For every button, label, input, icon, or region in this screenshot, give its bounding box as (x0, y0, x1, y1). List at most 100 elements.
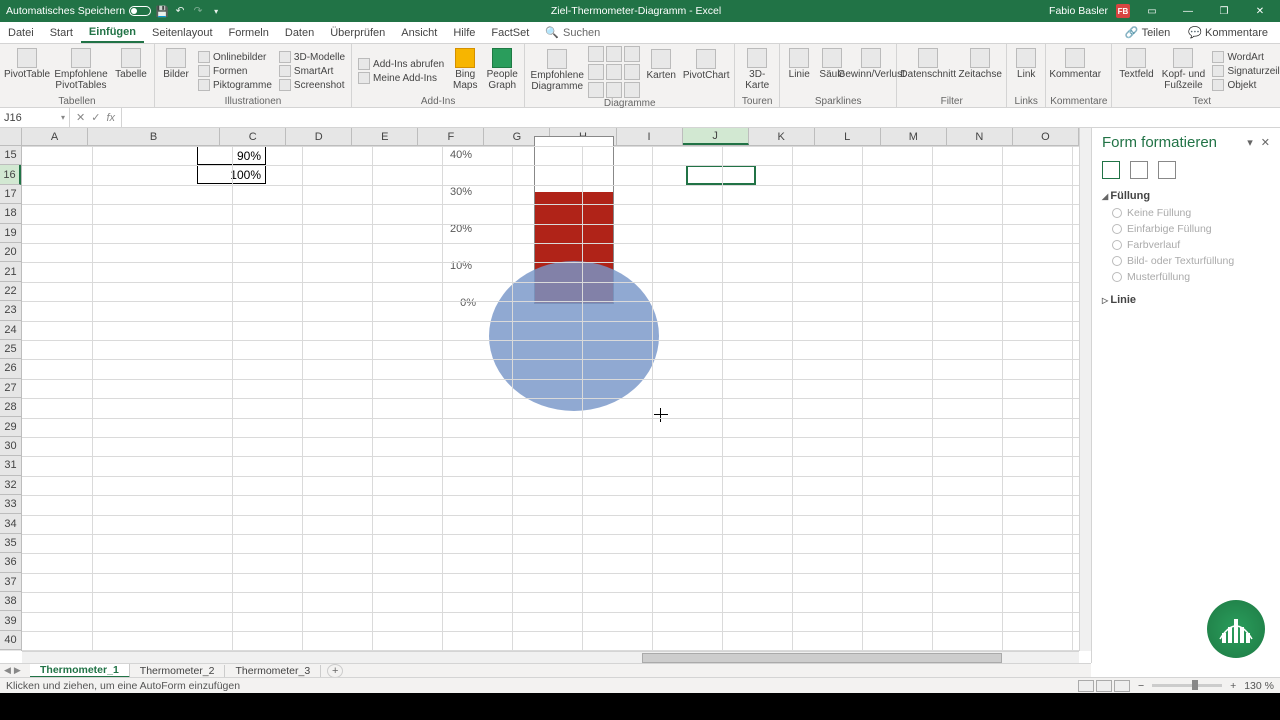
row-header-21[interactable]: 21 (0, 262, 21, 281)
row-header-40[interactable]: 40 (0, 631, 21, 650)
icons-button[interactable]: Piktogramme (196, 78, 274, 92)
textbox-button[interactable]: Textfeld (1116, 46, 1156, 96)
chart-type-icon[interactable] (606, 82, 622, 98)
zoom-in-icon[interactable]: + (1230, 680, 1236, 692)
tab-formeln[interactable]: Formeln (221, 22, 277, 43)
chart-type-icon[interactable] (624, 82, 640, 98)
row-header-36[interactable]: 36 (0, 553, 21, 572)
shapes-button[interactable]: Formen (196, 64, 274, 78)
row-header-32[interactable]: 32 (0, 476, 21, 495)
qat-customize-icon[interactable]: ▾ (209, 4, 223, 18)
hscroll-thumb[interactable] (642, 653, 1002, 663)
row-header-25[interactable]: 25 (0, 340, 21, 359)
share-button[interactable]: 🔗Teilen (1117, 26, 1178, 39)
row-header-39[interactable]: 39 (0, 611, 21, 630)
chart-type-icon[interactable] (588, 64, 604, 80)
spreadsheet-grid[interactable]: ABCDEFGHIJKLMNO 151617181920212223242526… (0, 128, 1091, 663)
recommended-pivot-button[interactable]: Empfohlene PivotTables (53, 46, 109, 96)
view-pagebreak-icon[interactable] (1114, 680, 1130, 692)
fill-line-tab-icon[interactable] (1102, 161, 1120, 179)
tab-daten[interactable]: Daten (277, 22, 322, 43)
effects-tab-icon[interactable] (1130, 161, 1148, 179)
chart-type-icon[interactable] (588, 82, 604, 98)
autosave-switch-icon[interactable] (129, 6, 151, 16)
row-header-26[interactable]: 26 (0, 359, 21, 378)
col-header-d[interactable]: D (286, 128, 352, 145)
fill-option-4[interactable]: Musterfüllung (1112, 269, 1270, 285)
fill-section-header[interactable]: Füllung (1102, 187, 1270, 205)
cells-area[interactable]: 90% 100% 40% 30% 20% 10% 0% (22, 146, 1079, 651)
name-box-dropdown-icon[interactable]: ▾ (61, 113, 65, 122)
tab-ansicht[interactable]: Ansicht (393, 22, 445, 43)
col-header-o[interactable]: O (1013, 128, 1079, 145)
cancel-formula-icon[interactable]: ✕ (76, 111, 85, 124)
col-header-n[interactable]: N (947, 128, 1013, 145)
user-name[interactable]: Fabio Basler (1049, 5, 1108, 17)
autosave-toggle[interactable]: Automatisches Speichern (6, 5, 151, 17)
size-tab-icon[interactable] (1158, 161, 1176, 179)
fill-option-0[interactable]: Keine Füllung (1112, 205, 1270, 221)
redo-icon[interactable]: ↷ (191, 4, 205, 18)
bing-maps-button[interactable]: Bing Maps (449, 46, 481, 96)
select-all-corner[interactable] (0, 128, 22, 146)
col-header-e[interactable]: E (352, 128, 418, 145)
wordart-button[interactable]: WordArt (1210, 50, 1280, 64)
pictures-button[interactable]: Bilder (159, 46, 193, 96)
tab-hilfe[interactable]: Hilfe (445, 22, 483, 43)
tab-ueberpruefen[interactable]: Überprüfen (322, 22, 393, 43)
sheet-tab-3[interactable]: Thermometer_3 (225, 665, 321, 677)
thermometer-bulb-shape[interactable] (489, 261, 659, 411)
vertical-scrollbar[interactable] (1079, 128, 1091, 651)
col-header-m[interactable]: M (881, 128, 947, 145)
col-header-c[interactable]: C (220, 128, 286, 145)
chart-type-icon[interactable] (588, 46, 604, 62)
zoom-slider[interactable] (1152, 684, 1222, 687)
side-pane-close-icon[interactable]: ✕ (1261, 136, 1270, 149)
tab-datei[interactable]: Datei (0, 22, 42, 43)
close-icon[interactable]: ✕ (1246, 0, 1274, 22)
undo-icon[interactable]: ↶ (173, 4, 187, 18)
fill-option-3[interactable]: Bild- oder Texturfüllung (1112, 253, 1270, 269)
fx-icon[interactable]: fx (106, 112, 115, 124)
chart-type-icon[interactable] (624, 64, 640, 80)
row-header-37[interactable]: 37 (0, 573, 21, 592)
table-button[interactable]: Tabelle (112, 46, 150, 96)
fill-option-2[interactable]: Farbverlauf (1112, 237, 1270, 253)
comment-button[interactable]: Kommentar (1050, 46, 1100, 96)
sheet-tab-2[interactable]: Thermometer_2 (130, 665, 226, 677)
chart-type-icon[interactable] (606, 64, 622, 80)
zoom-level[interactable]: 130 % (1244, 680, 1274, 692)
fill-option-1[interactable]: Einfarbige Füllung (1112, 221, 1270, 237)
user-avatar-icon[interactable]: FB (1116, 4, 1130, 18)
chart-types-grid[interactable] (588, 46, 640, 98)
col-header-j[interactable]: J (683, 128, 749, 145)
view-normal-icon[interactable] (1078, 680, 1094, 692)
row-header-33[interactable]: 33 (0, 495, 21, 514)
chart-type-icon[interactable] (624, 46, 640, 62)
row-header-30[interactable]: 30 (0, 437, 21, 456)
row-header-18[interactable]: 18 (0, 204, 21, 223)
row-header-27[interactable]: 27 (0, 379, 21, 398)
pivotchart-button[interactable]: PivotChart (682, 47, 730, 97)
accept-formula-icon[interactable]: ✓ (91, 111, 100, 124)
smartart-button[interactable]: SmartArt (277, 64, 347, 78)
chart-type-icon[interactable] (606, 46, 622, 62)
timeline-button[interactable]: Zeitachse (958, 46, 1002, 96)
people-graph-button[interactable]: People Graph (484, 46, 520, 96)
sheet-tab-1[interactable]: Thermometer_1 (30, 664, 130, 678)
row-header-35[interactable]: 35 (0, 534, 21, 553)
ribbon-display-icon[interactable]: ▭ (1138, 0, 1166, 22)
zoom-out-icon[interactable]: − (1138, 680, 1144, 692)
row-header-29[interactable]: 29 (0, 417, 21, 436)
col-header-k[interactable]: K (749, 128, 815, 145)
3dmodels-button[interactable]: 3D-Modelle (277, 50, 347, 64)
row-header-23[interactable]: 23 (0, 301, 21, 320)
row-header-34[interactable]: 34 (0, 514, 21, 533)
object-button[interactable]: Objekt (1210, 78, 1280, 92)
signature-button[interactable]: Signaturzeile (1210, 64, 1280, 78)
my-addins-button[interactable]: Meine Add-Ins (356, 71, 446, 85)
sparkline-winloss-button[interactable]: Gewinn/Verlust (850, 46, 892, 96)
minimize-icon[interactable]: — (1174, 0, 1202, 22)
name-box[interactable]: J16▾ (0, 108, 70, 127)
pivottable-button[interactable]: PivotTable (4, 46, 50, 96)
